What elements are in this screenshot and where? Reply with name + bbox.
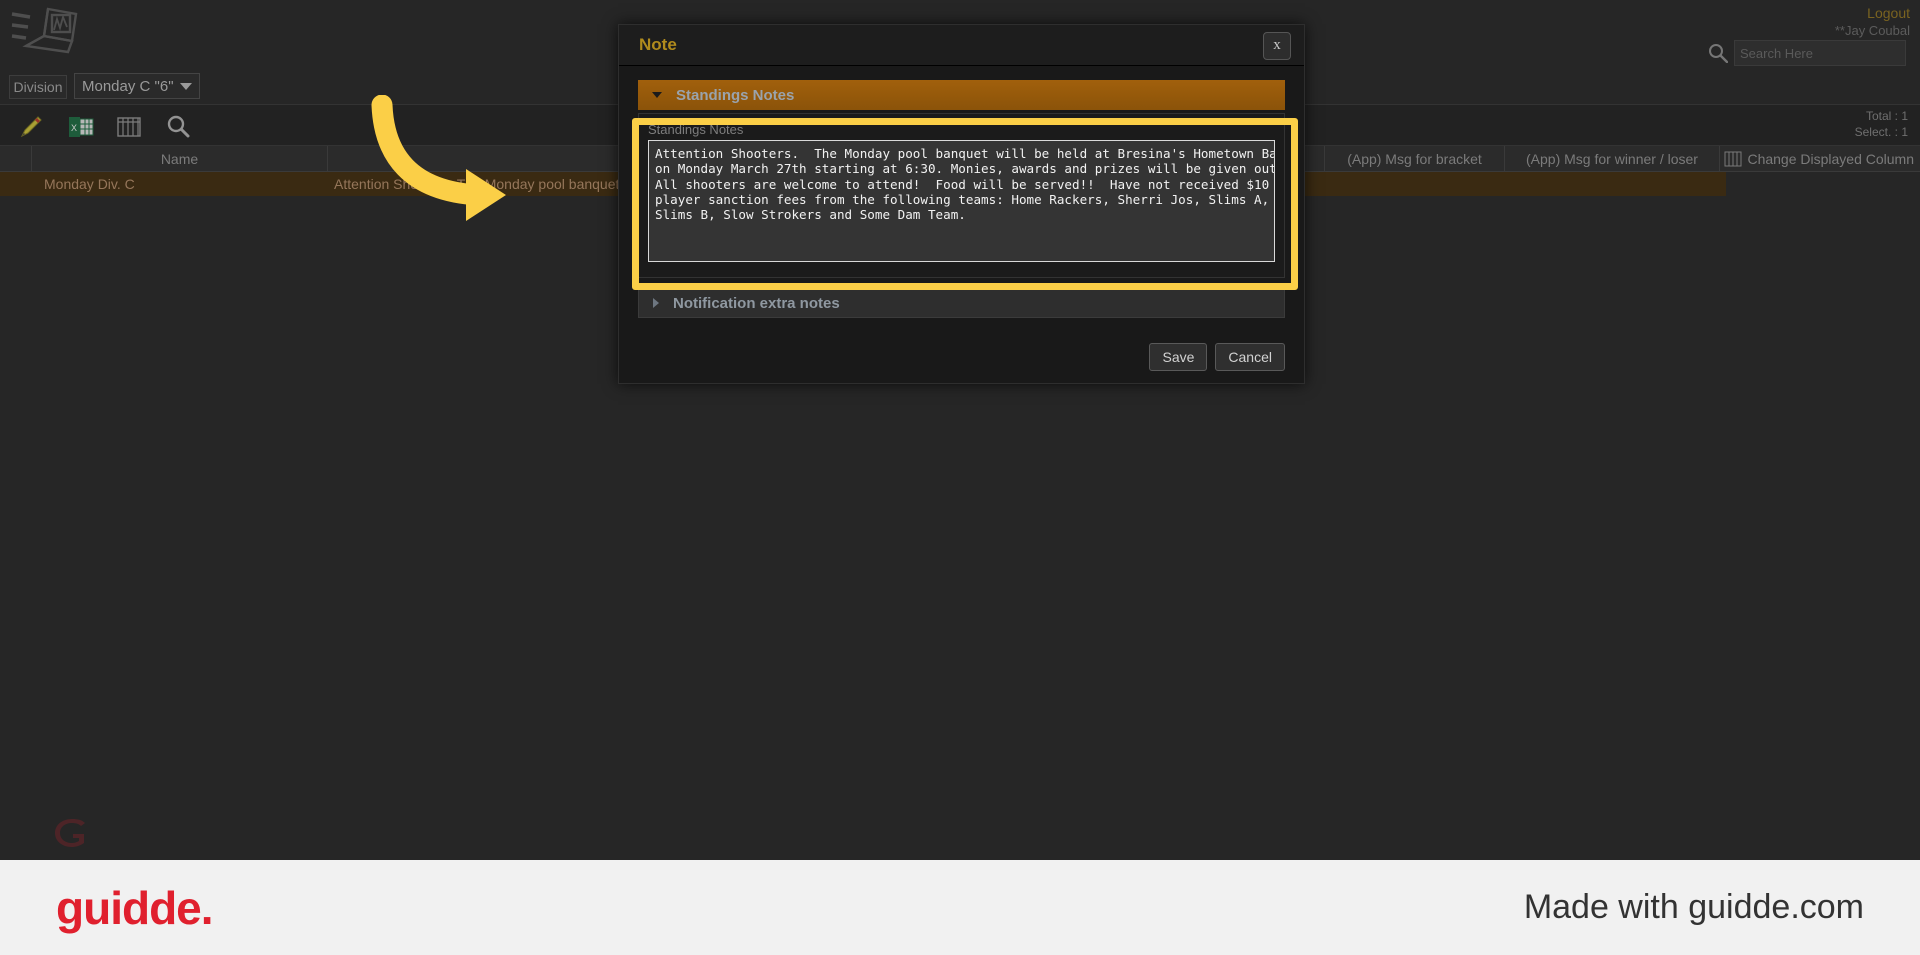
global-search [1708,40,1906,66]
chevron-down-icon [652,92,662,98]
guidde-watermark [52,816,92,855]
edit-pencil-icon[interactable] [17,113,45,141]
table-column-name[interactable]: Name [32,146,328,172]
accordion-standings-notes-label: Standings Notes [676,86,795,104]
division-selected-value: Monday C "6" [82,77,174,95]
save-button[interactable]: Save [1149,343,1208,371]
accordion-notification-extra-notes[interactable]: Notification extra notes [638,288,1285,318]
total-count: Total : 1 [1865,109,1908,123]
grid-columns-icon[interactable] [115,113,143,141]
chevron-down-icon [180,82,192,90]
made-with-guidde-label: Made with guidde.com [1523,888,1864,926]
search-input[interactable] [1734,40,1906,66]
logout-link[interactable]: Logout [1835,5,1910,23]
standings-notes-legend: Standings Notes [648,122,744,137]
change-displayed-columns-button[interactable]: Change Displayed Column [1724,148,1914,170]
accordion-standings-notes[interactable]: Standings Notes [638,80,1285,110]
cell-name: Monday Div. C [44,176,135,192]
modal-header: Note x [619,25,1304,66]
standings-notes-textarea[interactable] [648,140,1275,262]
svg-text:X: X [71,123,77,133]
grid-columns-icon [1724,151,1742,167]
close-icon[interactable]: x [1263,32,1291,60]
table-column-app-msg-bracket[interactable]: (App) Msg for bracket [1325,146,1505,172]
division-select[interactable]: Monday C "6" [74,73,200,99]
division-label: Division [9,75,67,99]
modal-title: Note [639,35,677,54]
user-name-label: **Jay Coubal [1834,22,1910,38]
standings-notes-panel: Standings Notes [638,113,1285,278]
guidde-logo: guidde. [56,881,214,934]
note-modal: Note x Standings Notes Standings Notes N… [618,24,1305,384]
guidde-footer: guidde. Made with guidde.com [0,860,1920,955]
scoreboard-logo[interactable] [10,5,80,60]
modal-footer: Save Cancel [619,331,1304,383]
table-column-app-msg-winner-loser[interactable]: (App) Msg for winner / loser [1505,146,1720,172]
table-column-select[interactable] [0,146,32,172]
selected-count: Select. : 1 [1854,124,1908,139]
account-block: Logout **Jay Coubal [1835,5,1910,39]
record-totals: Total : 1 Select. : 1 [1855,109,1908,140]
cancel-button[interactable]: Cancel [1215,343,1285,371]
app-root: Logout **Jay Coubal Division Monday C "6… [0,0,1920,955]
excel-export-icon[interactable]: X [67,113,95,141]
change-displayed-columns-label: Change Displayed Column [1747,151,1914,167]
toolbar-search-icon[interactable] [164,113,192,141]
accordion-notification-extra-notes-label: Notification extra notes [673,294,840,312]
search-icon[interactable] [1708,43,1729,64]
chevron-right-icon [653,298,659,308]
modal-body: Standings Notes Standings Notes Notifica… [619,66,1304,356]
